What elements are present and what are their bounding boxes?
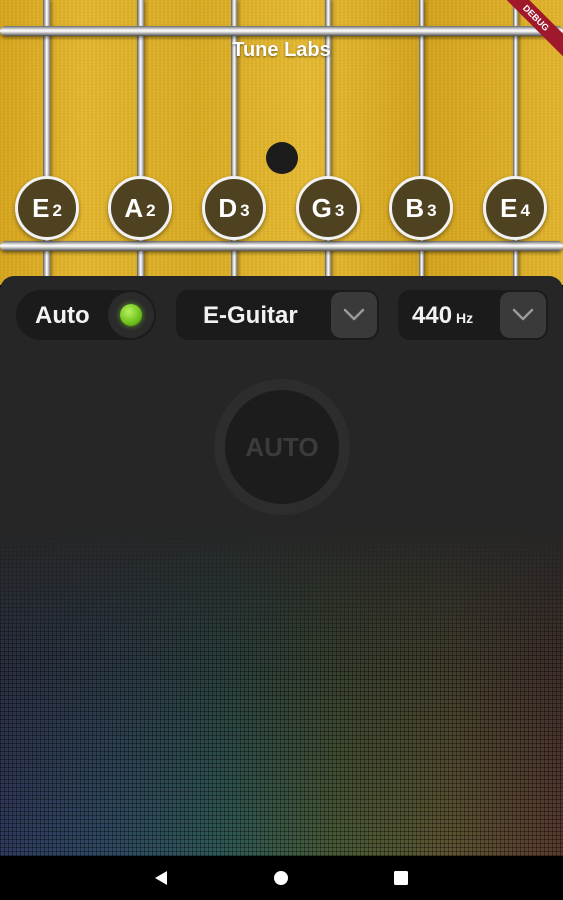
string-button-d3[interactable]: D 3	[202, 176, 266, 240]
note-octave: 2	[52, 201, 62, 220]
frequency-unit: Hz	[456, 310, 474, 326]
string-button-g3[interactable]: G 3	[296, 176, 360, 240]
note-octave: 3	[240, 201, 250, 220]
fret-bottom	[0, 241, 563, 251]
frequency-display: 440 Hz	[412, 302, 473, 330]
chevron-down-icon[interactable]	[331, 292, 377, 338]
auto-mode-toggle[interactable]: Auto	[16, 290, 156, 340]
fret-inlay-dot	[266, 142, 298, 174]
string-button-b3[interactable]: B 3	[389, 176, 453, 240]
note-letter: A	[124, 192, 144, 223]
status-led-icon	[120, 304, 142, 326]
tuning-dial-label: AUTO	[245, 431, 319, 462]
note-letter: G	[311, 192, 332, 223]
note-letter: E	[500, 192, 518, 223]
frequency-value: 440	[412, 302, 453, 329]
reference-frequency-select[interactable]: 440 Hz	[398, 290, 548, 340]
system-navigation-bar	[0, 856, 563, 900]
note-octave: 2	[146, 201, 156, 220]
tuner-panel: Auto E-Guitar 440 Hz AUTO	[0, 276, 563, 856]
spectrum-grid	[0, 526, 563, 856]
auto-mode-label: Auto	[35, 302, 90, 329]
chevron-down-icon[interactable]	[500, 292, 546, 338]
note-octave: 3	[334, 201, 345, 220]
auto-mode-indicator	[108, 292, 154, 338]
note-letter: D	[218, 192, 238, 223]
note-octave: 4	[520, 201, 530, 220]
instrument-value: E-Guitar	[203, 302, 298, 329]
note-octave: 3	[427, 201, 437, 220]
home-icon[interactable]	[270, 867, 292, 889]
tuning-dial-center: AUTO	[225, 390, 339, 504]
back-icon[interactable]	[150, 867, 172, 889]
tuning-dial[interactable]: AUTO	[214, 379, 350, 515]
instrument-select[interactable]: E-Guitar	[176, 290, 379, 340]
fret-top	[0, 26, 563, 36]
app-title: Tune Labs	[232, 39, 331, 61]
string-button-a2[interactable]: A 2	[108, 176, 172, 240]
string-button-e2[interactable]: E 2	[15, 176, 79, 240]
fretboard: Tune Labs E 2 A 2 D 3 G 3 B 3 E 4 DEBUG	[0, 0, 563, 285]
note-letter: B	[405, 192, 425, 223]
string-button-e4[interactable]: E 4	[483, 176, 547, 240]
recents-icon[interactable]	[390, 867, 412, 889]
note-letter: E	[32, 192, 50, 223]
